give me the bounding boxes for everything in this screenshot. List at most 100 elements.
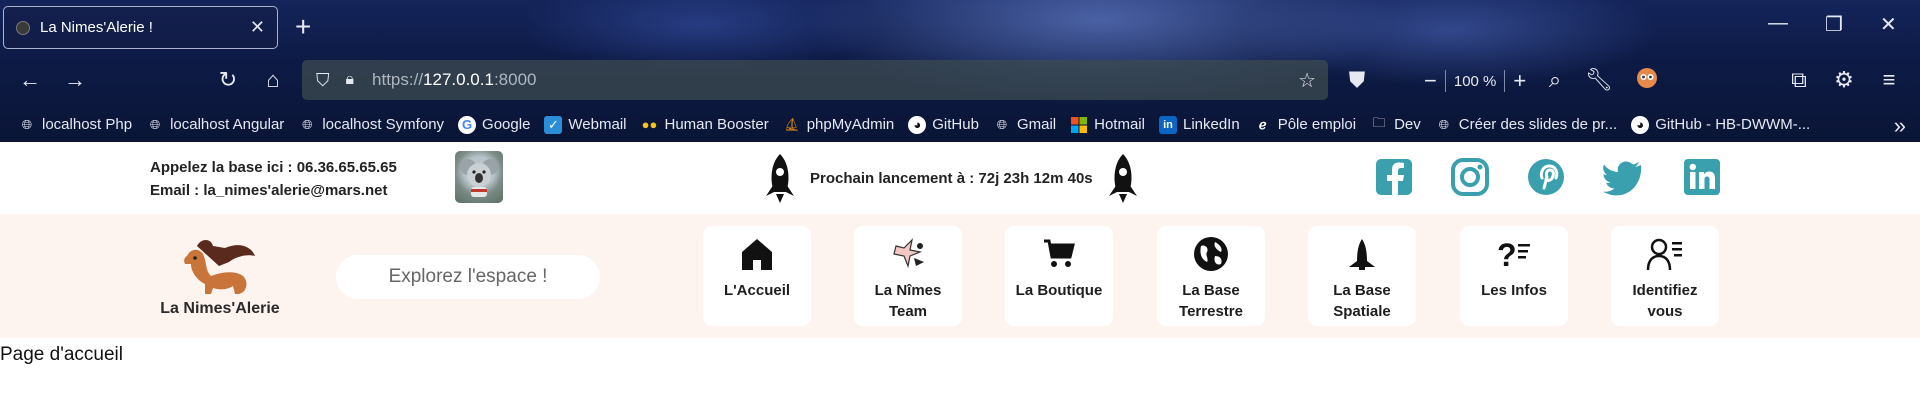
contact-info: Appelez la base ici : 06.36.65.65.65 Ema…	[150, 156, 397, 202]
nav-label: La Base Spatiale	[1333, 282, 1391, 320]
pocket-icon[interactable]: ⛊	[1342, 67, 1372, 93]
browser-tab[interactable]: La Nimes'Alerie ! ✕	[3, 6, 278, 49]
bookmark-item[interactable]: 🌐︎ Gmail	[989, 116, 1060, 134]
url-text[interactable]: https://127.0.0.1:8000	[372, 70, 536, 90]
rocket-icon	[766, 154, 794, 203]
rocket-icon	[1108, 154, 1137, 203]
tab-title: La Nimes'Alerie !	[40, 19, 153, 36]
linkedin-icon: in	[1158, 115, 1177, 134]
new-tab-icon[interactable]: +	[295, 11, 311, 43]
globe-icon: 🌐︎	[302, 116, 313, 132]
bookmarks-overflow-icon[interactable]: »	[1894, 113, 1906, 139]
linkedin-icon[interactable]	[1682, 157, 1722, 197]
cart-icon	[1039, 234, 1079, 274]
restore-icon[interactable]: ❐	[1825, 12, 1843, 37]
nav-accueil[interactable]: L'Accueil	[703, 226, 811, 326]
pinterest-icon[interactable]	[1526, 157, 1566, 197]
extensions-icon[interactable]: ⧉	[1784, 67, 1814, 93]
question-icon: ?	[1494, 234, 1534, 274]
google-icon: G	[458, 115, 477, 134]
bookmarks-toolbar: 🌐︎ localhost Php 🌐︎ localhost Angular 🌐︎ lo…	[0, 107, 1920, 142]
site-logo[interactable]: La Nimes'Alerie	[155, 236, 285, 318]
shield-icon[interactable]: ⛉	[316, 70, 330, 91]
zoom-level[interactable]: 100 %	[1454, 73, 1497, 90]
bookmark-item[interactable]: 🗀 Dev	[1366, 114, 1425, 134]
svg-text:?: ?	[1497, 237, 1517, 272]
address-bar[interactable]: ⛉ 🔒︎ https://127.0.0.1:8000 ☆	[302, 60, 1328, 100]
dog-cat-logo-icon	[184, 240, 255, 294]
pole-emploi-icon: ℯ	[1258, 116, 1267, 132]
nav-infos[interactable]: ? Les Infos	[1460, 226, 1568, 326]
zoom-in-icon[interactable]: +	[1513, 68, 1526, 94]
nav-identifiez-vous[interactable]: Identifiez vous	[1611, 226, 1719, 326]
bookmark-item[interactable]: Hotmail	[1066, 116, 1149, 134]
browser-chrome: La Nimes'Alerie ! ✕ + — ❐ ✕ ← → ↻ ⌂ ⛉ 🔒︎…	[0, 0, 1920, 142]
koala-mascot-image	[455, 151, 503, 203]
nav-label: La Base Terrestre	[1179, 282, 1243, 320]
webmail-icon: ✓	[544, 115, 563, 134]
nav-team[interactable]: La Nîmes Team	[854, 226, 962, 326]
facebook-icon[interactable]	[1374, 157, 1414, 197]
bookmark-item[interactable]: 🌐︎ localhost Php	[14, 116, 136, 134]
bookmark-item[interactable]: 🌐︎ localhost Symfony	[294, 116, 448, 134]
bookmark-star-icon[interactable]: ☆	[1298, 68, 1316, 93]
nav-base-terrestre[interactable]: La Base Terrestre	[1157, 226, 1265, 326]
reload-icon[interactable]: ↻	[213, 67, 243, 93]
bookmark-item[interactable]: ◕ GitHub - HB-DWWM-...	[1627, 115, 1814, 134]
nav-label: Les Infos	[1481, 282, 1547, 299]
close-window-icon[interactable]: ✕	[1880, 12, 1897, 37]
search-input[interactable]	[336, 255, 600, 299]
site-topbar: Appelez la base ici : 06.36.65.65.65 Ema…	[0, 142, 1920, 214]
bookmark-item[interactable]: in LinkedIn	[1155, 115, 1244, 134]
back-icon[interactable]: ←	[15, 67, 45, 93]
zoom-out-icon[interactable]: −	[1424, 68, 1437, 94]
bookmark-item[interactable]: ◕ GitHub	[904, 115, 983, 134]
search-icon[interactable]: ⌕	[1540, 67, 1570, 93]
tab-bar: La Nimes'Alerie ! ✕ + — ❐ ✕	[0, 0, 1920, 55]
page-title: Page d'accueil	[0, 344, 123, 365]
bookmark-item[interactable]: ℯ Pôle emploi	[1250, 116, 1360, 134]
bookmark-item[interactable]: 🌐︎ localhost Angular	[142, 116, 288, 134]
minimize-icon[interactable]: —	[1768, 12, 1788, 35]
nav-label: L'Accueil	[723, 282, 791, 299]
site-header: La Nimes'Alerie L'Accueil La Nîmes Team …	[0, 214, 1920, 338]
tab-favicon-icon	[16, 20, 30, 35]
globe-icon: 🌐︎	[996, 116, 1008, 132]
globe-icon: 🌐︎	[21, 116, 33, 132]
nav-label: Identifiez vous	[1632, 282, 1698, 320]
instagram-icon[interactable]	[1450, 157, 1490, 197]
wrench-icon[interactable]: 🔧︎	[1584, 67, 1614, 93]
lock-icon[interactable]: 🔒︎	[346, 71, 355, 89]
microsoft-icon	[1070, 116, 1088, 134]
shuttle-icon	[1342, 234, 1382, 274]
nav-label: La Nîmes Team	[874, 282, 942, 320]
user-list-icon	[1645, 234, 1685, 274]
nav-base-spatiale[interactable]: La Base Spatiale	[1308, 226, 1416, 326]
twitter-icon[interactable]	[1603, 157, 1643, 197]
globe-icon: 🌐︎	[149, 116, 161, 132]
globe-earth-icon	[1191, 234, 1231, 274]
bookmark-item[interactable]: ✓ Webmail	[540, 115, 630, 134]
github-icon: ◕	[908, 115, 927, 134]
folder-icon: 🗀	[1372, 114, 1386, 130]
home-icon	[737, 234, 777, 274]
extension-avatar-icon[interactable]	[1632, 67, 1662, 95]
bookmark-item[interactable]: 🌐︎ Créer des slides de pr...	[1431, 116, 1621, 134]
bookmark-item[interactable]: ⛵︎ phpMyAdmin	[779, 116, 899, 134]
phpmyadmin-icon: ⛵︎	[783, 116, 800, 132]
forward-icon[interactable]: →	[60, 67, 90, 93]
bookmark-item[interactable]: ●● Human Booster	[637, 116, 773, 134]
nav-boutique[interactable]: La Boutique	[1005, 226, 1113, 326]
home-button-icon[interactable]: ⌂	[258, 67, 288, 93]
nav-label: La Boutique	[1015, 282, 1103, 299]
menu-icon[interactable]: ≡	[1874, 67, 1904, 93]
launch-countdown: Prochain lancement à : 72j 23h 12m 40s	[762, 152, 1141, 204]
launch-countdown-text: Prochain lancement à : 72j 23h 12m 40s	[810, 169, 1093, 187]
brand-name: La Nimes'Alerie	[160, 300, 280, 317]
settings-gear-icon[interactable]: ⚙	[1829, 67, 1859, 93]
bookmark-item[interactable]: G Google	[454, 115, 534, 134]
close-tab-icon[interactable]: ✕	[250, 17, 265, 38]
contact-email: Email : la_nimes'alerie@mars.net	[150, 182, 388, 199]
human-booster-icon: ●●	[641, 117, 658, 132]
globe-icon: 🌐︎	[1438, 116, 1449, 132]
